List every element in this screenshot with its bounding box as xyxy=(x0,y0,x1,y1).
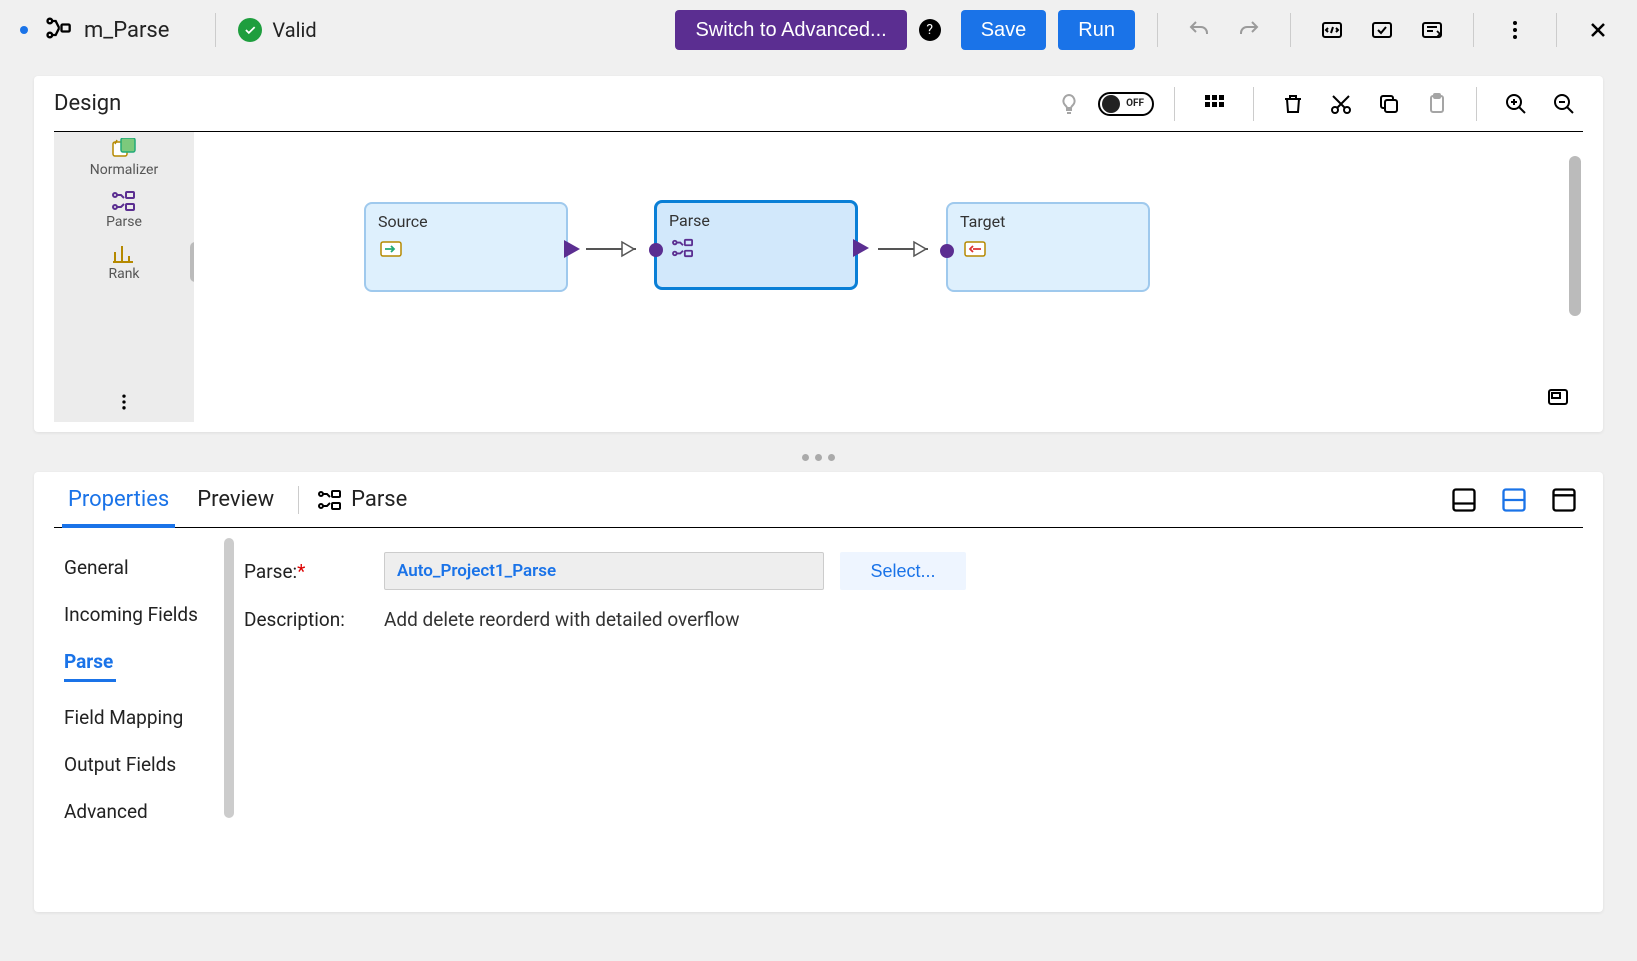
copy-button[interactable] xyxy=(1370,85,1408,123)
port-in-icon[interactable] xyxy=(940,244,954,258)
properties-side-tabs: General Incoming Fields Parse Field Mapp… xyxy=(54,528,234,912)
mapping-icon xyxy=(44,14,72,46)
node-title: Target xyxy=(960,212,1136,231)
separator xyxy=(298,486,299,514)
source-icon xyxy=(380,239,554,263)
separator xyxy=(1476,87,1477,121)
layout-toggles xyxy=(1445,481,1583,519)
separator xyxy=(1253,87,1254,121)
run-button[interactable]: Run xyxy=(1058,10,1135,50)
node-parse[interactable]: Parse xyxy=(654,200,858,290)
node-source[interactable]: Source xyxy=(364,202,568,292)
parameters-button[interactable] xyxy=(1313,11,1351,49)
zoom-out-button[interactable] xyxy=(1545,85,1583,123)
design-panel: Design OFF xyxy=(34,76,1603,432)
unsaved-indicator-icon xyxy=(20,26,28,34)
cut-button[interactable] xyxy=(1322,85,1360,123)
check-circle-icon xyxy=(238,18,262,42)
layout-bottom-button[interactable] xyxy=(1445,481,1483,519)
breadcrumb: Parse xyxy=(317,487,407,512)
description-label: Description: xyxy=(244,608,384,631)
palette-item-normalizer[interactable]: Normalizer xyxy=(54,132,194,184)
undo-button xyxy=(1180,11,1218,49)
palette-item-rank[interactable]: Rank xyxy=(54,236,194,288)
switch-advanced-button[interactable]: Switch to Advanced... xyxy=(675,10,906,50)
help-icon[interactable]: ? xyxy=(919,19,941,41)
save-button[interactable]: Save xyxy=(961,10,1047,50)
palette-more-button[interactable] xyxy=(54,382,194,422)
page-title: m_Parse xyxy=(84,18,193,43)
port-in-icon[interactable] xyxy=(649,243,663,257)
arrow-icon xyxy=(620,240,638,262)
minimap-button[interactable] xyxy=(1539,378,1577,416)
arrow-icon xyxy=(912,240,930,262)
sql-override-button[interactable] xyxy=(1413,11,1451,49)
separator xyxy=(1556,13,1557,47)
parse-icon xyxy=(671,238,843,262)
target-icon xyxy=(962,239,1136,263)
node-target[interactable]: Target xyxy=(946,202,1150,292)
transformation-palette: Normalizer Parse Rank xyxy=(54,132,194,422)
delete-button[interactable] xyxy=(1274,85,1312,123)
tab-properties[interactable]: Properties xyxy=(54,472,183,527)
edge xyxy=(586,248,636,250)
description-value: Add delete reorderd with detailed overfl… xyxy=(384,608,740,631)
side-tab-field-mapping[interactable]: Field Mapping xyxy=(54,694,234,741)
palette-label: Normalizer xyxy=(90,162,158,178)
status-text: Valid xyxy=(272,18,316,42)
parse-asset-field[interactable]: Auto_Project1_Parse xyxy=(384,552,824,590)
node-title: Source xyxy=(378,212,554,231)
layout-split-button[interactable] xyxy=(1495,481,1533,519)
side-tab-output-fields[interactable]: Output Fields xyxy=(54,741,234,788)
side-tabs-scrollbar[interactable] xyxy=(224,538,234,818)
tab-preview[interactable]: Preview xyxy=(183,472,288,527)
design-canvas[interactable]: Source Parse xyxy=(194,132,1583,422)
node-title: Parse xyxy=(669,211,843,230)
properties-form: Parse:* Auto_Project1_Parse Select... De… xyxy=(234,528,1583,912)
canvas-scrollbar[interactable] xyxy=(1569,156,1581,316)
port-out-icon[interactable] xyxy=(851,235,873,265)
side-tab-parse[interactable]: Parse xyxy=(54,638,234,694)
separator xyxy=(1290,13,1291,47)
more-menu-button[interactable] xyxy=(1496,11,1534,49)
design-header: Design OFF xyxy=(54,76,1583,132)
arrange-button[interactable] xyxy=(1195,85,1233,123)
auto-layout-toggle[interactable]: OFF xyxy=(1098,92,1154,116)
select-asset-button[interactable]: Select... xyxy=(840,552,966,590)
design-title: Design xyxy=(54,91,121,116)
side-tab-general[interactable]: General xyxy=(54,544,234,591)
separator xyxy=(215,13,216,47)
hint-button xyxy=(1050,85,1088,123)
side-tab-incoming-fields[interactable]: Incoming Fields xyxy=(54,591,234,638)
zoom-in-button[interactable] xyxy=(1497,85,1535,123)
palette-item-parse[interactable]: Parse xyxy=(54,184,194,236)
edge xyxy=(878,248,928,250)
layout-full-button[interactable] xyxy=(1545,481,1583,519)
panel-resize-handle[interactable] xyxy=(34,448,1603,466)
parse-asset-label: Parse:* xyxy=(244,560,384,583)
separator xyxy=(1174,87,1175,121)
palette-label: Parse xyxy=(106,214,142,230)
validation-status: Valid xyxy=(238,18,316,42)
close-button[interactable] xyxy=(1579,11,1617,49)
paste-button xyxy=(1418,85,1456,123)
palette-label: Rank xyxy=(108,266,139,282)
redo-button xyxy=(1230,11,1268,49)
port-out-icon[interactable] xyxy=(562,236,584,266)
validate-button[interactable] xyxy=(1363,11,1401,49)
side-tab-advanced[interactable]: Advanced xyxy=(54,788,234,835)
separator xyxy=(1157,13,1158,47)
separator xyxy=(1473,13,1474,47)
top-toolbar: m_Parse Valid Switch to Advanced... ? Sa… xyxy=(0,0,1637,60)
properties-tab-bar: Properties Preview Parse xyxy=(54,472,1583,528)
breadcrumb-label: Parse xyxy=(351,487,407,512)
properties-panel: Properties Preview Parse General Incomin… xyxy=(34,472,1603,912)
